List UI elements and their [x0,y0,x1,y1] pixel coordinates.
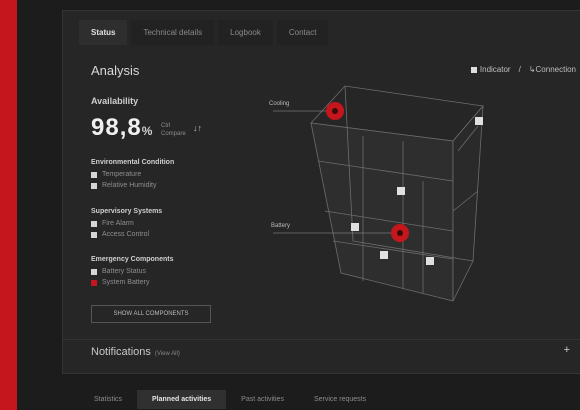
callout-bottom: Battery [271,223,291,229]
tab-past-activities[interactable]: Past activities [226,390,299,409]
alert-marker-center [397,230,403,236]
cabinet-diagram [273,85,484,302]
notifications-header[interactable]: Notifications (View All) [91,346,180,358]
tab-statistics[interactable]: Statistics [79,390,137,409]
tab-service-requests[interactable]: Service requests [299,390,381,409]
analysis-panel: Status Technical details Logbook Contact… [62,10,580,374]
expand-icon[interactable]: + [564,344,570,356]
callout-top: Cooling [269,101,290,107]
indicator-marker[interactable] [380,251,388,259]
alert-marker-center [332,108,338,114]
app-screen: Status Technical details Logbook Contact… [17,0,580,410]
tab-planned-activities[interactable]: Planned activities [137,390,227,409]
indicator-marker[interactable] [426,257,434,265]
indicator-marker[interactable] [351,223,359,231]
indicator-marker[interactable] [475,117,483,125]
bottom-tab-bar: Statistics Planned activities Past activ… [79,390,381,409]
indicator-marker[interactable] [397,187,405,195]
divider [63,339,580,340]
